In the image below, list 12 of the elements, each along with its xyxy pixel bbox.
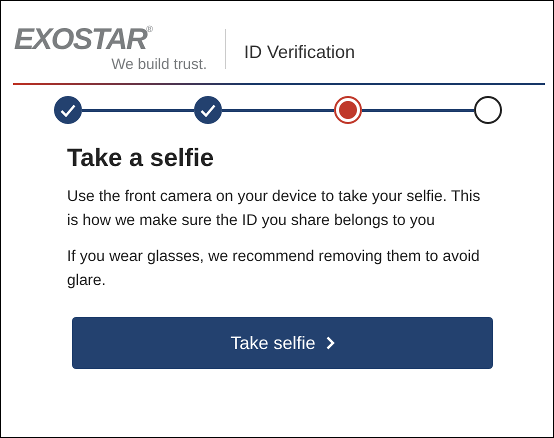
- current-dot: [339, 101, 357, 119]
- take-selfie-button[interactable]: Take selfie: [72, 317, 493, 369]
- tagline: We build trust.: [111, 56, 207, 74]
- chevron-right-icon: [326, 336, 335, 350]
- paragraph: Use the front camera on your device to take your selfie. This is how we make sure the ID you share belongs to you: [67, 187, 482, 231]
- paragraph: If you wear glasses, we recommend removing them to avoid glare.: [67, 247, 481, 291]
- check-icon: [60, 104, 76, 116]
- step-indicator: [474, 96, 502, 124]
- check-icon: [200, 104, 216, 116]
- page-title: ID Verification: [244, 40, 356, 62]
- logo: EXOSTAR$^{®}$: [14, 24, 152, 55]
- heading: Take a selfie: [67, 144, 215, 173]
